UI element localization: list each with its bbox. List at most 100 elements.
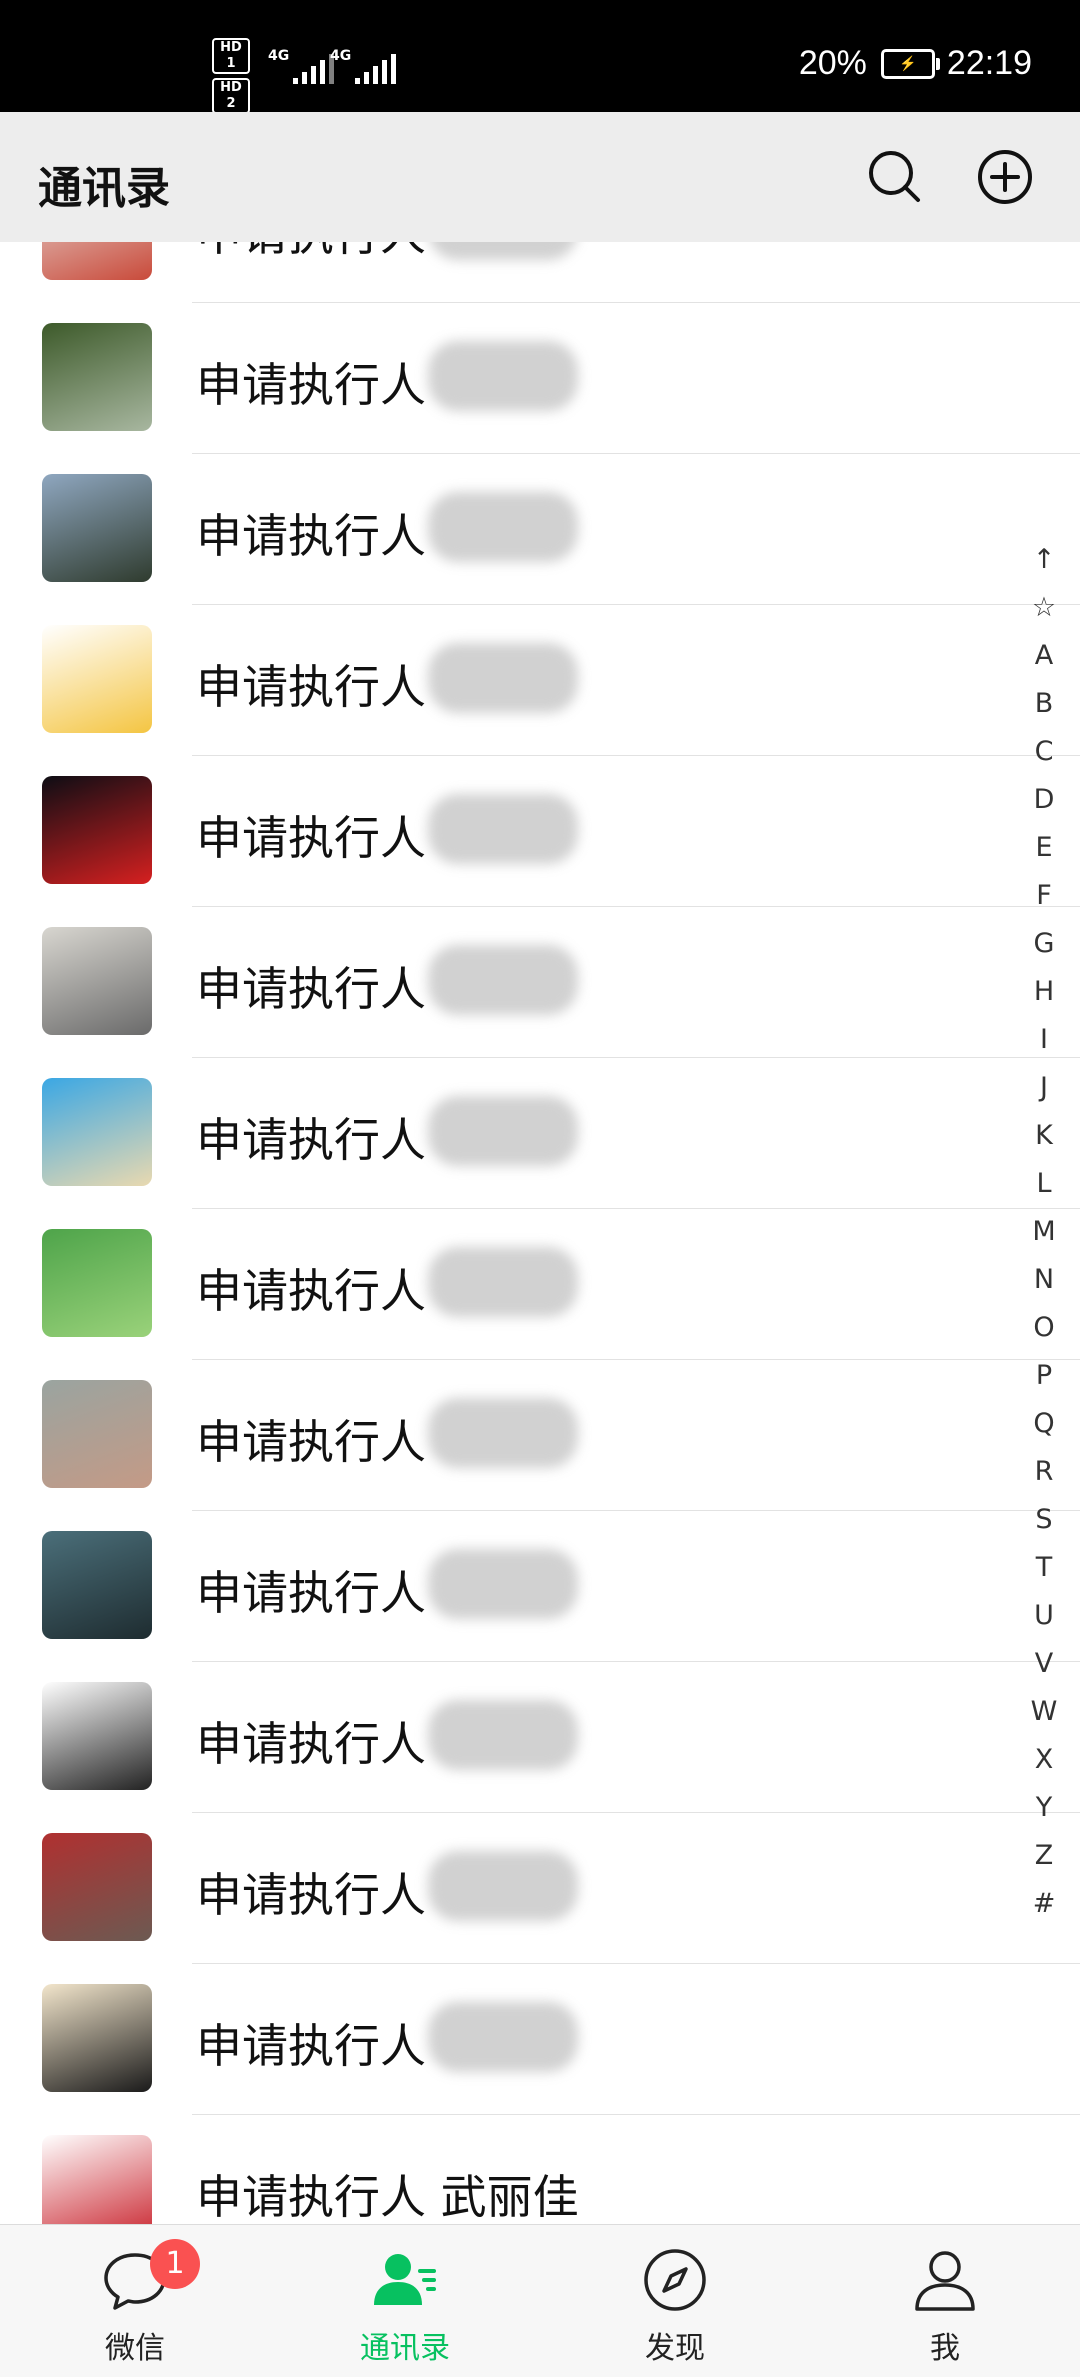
index-letter[interactable]: ☆	[1022, 584, 1066, 632]
contact-row[interactable]: 申请执行人	[0, 605, 1080, 756]
battery-charging-icon: ⚡	[880, 48, 940, 79]
index-letter[interactable]: P	[1022, 1352, 1066, 1400]
index-letter[interactable]: Y	[1022, 1784, 1066, 1832]
index-letter[interactable]: B	[1022, 680, 1066, 728]
status-bar: HD 1 HD 2 4G 4G 20% ⚡ 22:19	[0, 0, 1080, 114]
nav-tab-discover[interactable]: 发现	[540, 2225, 810, 2377]
contact-row[interactable]: 申请执行人	[0, 1964, 1080, 2115]
avatar	[42, 1078, 152, 1186]
contact-row[interactable]: 申请执行人	[0, 1209, 1080, 1360]
contact-row[interactable]: 申请执行人	[0, 907, 1080, 1058]
index-letter[interactable]: H	[1022, 968, 1066, 1016]
contact-row[interactable]: 申请执行人	[0, 1058, 1080, 1209]
avatar	[42, 1682, 152, 1790]
redacted-name-blur	[428, 2002, 578, 2072]
index-letter[interactable]: A	[1022, 632, 1066, 680]
contact-row[interactable]: 申请执行人	[0, 1511, 1080, 1662]
contact-name: 申请执行人	[196, 660, 426, 714]
hd-indicator: HD 1 HD 2	[212, 38, 256, 118]
nav-label-chats: 微信	[105, 2331, 165, 2366]
index-letter[interactable]: U	[1022, 1592, 1066, 1640]
contact-name: 申请执行人	[196, 1113, 426, 1167]
index-letter[interactable]: J	[1022, 1064, 1066, 1112]
nav-tab-contacts[interactable]: 通讯录	[270, 2225, 540, 2377]
avatar	[42, 1380, 152, 1488]
app-header: 通讯录	[0, 112, 1080, 242]
contacts-icon	[374, 2254, 436, 2305]
avatar	[42, 625, 152, 733]
page-title: 通讯录	[38, 163, 170, 214]
signal-icon: 4G	[268, 48, 338, 84]
contact-name: 申请执行人	[196, 242, 426, 264]
nav-label-discover: 发现	[645, 2331, 705, 2366]
index-letter[interactable]: Q	[1022, 1400, 1066, 1448]
index-letter[interactable]: F	[1022, 872, 1066, 920]
redacted-name-blur	[428, 242, 578, 260]
redacted-name-blur	[428, 794, 578, 864]
index-letter[interactable]: W	[1022, 1688, 1066, 1736]
contact-name: 申请执行人	[196, 358, 426, 412]
index-letter[interactable]: O	[1022, 1304, 1066, 1352]
search-icon[interactable]	[864, 146, 926, 208]
index-letter[interactable]: #	[1022, 1880, 1066, 1928]
contact-row[interactable]: 申请执行人 武丽佳	[0, 2115, 1080, 2224]
index-letter[interactable]: M	[1022, 1208, 1066, 1256]
hd2-label: HD 2	[212, 78, 250, 114]
contact-name: 申请执行人	[196, 509, 426, 563]
redacted-name-blur	[428, 643, 578, 713]
avatar	[42, 1531, 152, 1639]
index-letter[interactable]: ↑	[1022, 536, 1066, 584]
index-letter[interactable]: X	[1022, 1736, 1066, 1784]
network-label: 4G	[268, 48, 290, 64]
redacted-name-blur	[428, 1398, 578, 1468]
bottom-nav: 1 微信 通讯录 发现 我	[0, 2224, 1080, 2377]
contact-row[interactable]: 申请执行人	[0, 756, 1080, 907]
contact-row[interactable]: 申请执行人	[0, 1360, 1080, 1511]
contact-row[interactable]: 申请执行人	[0, 303, 1080, 454]
network-label-2: 4G	[330, 48, 352, 64]
contact-list[interactable]: 申请执行人 申请执行人 申请执行人 申请执行人 申请执行人 申请执行人 申请执行人 申请执行人…	[0, 242, 1080, 2224]
index-letter[interactable]: T	[1022, 1544, 1066, 1592]
alphabet-index[interactable]: ↑ ☆ A B C D E F G H I J K L M N O P Q R S T U V W X Y Z #	[1022, 536, 1066, 1928]
index-letter[interactable]: V	[1022, 1640, 1066, 1688]
contact-row[interactable]: 申请执行人	[0, 454, 1080, 605]
redacted-name-blur	[428, 1549, 578, 1619]
avatar	[42, 776, 152, 884]
avatar	[42, 323, 152, 431]
avatar	[42, 1984, 152, 2092]
index-letter[interactable]: S	[1022, 1496, 1066, 1544]
contact-row[interactable]: 申请执行人	[0, 1662, 1080, 1813]
index-letter[interactable]: I	[1022, 1016, 1066, 1064]
unread-badge: 1	[150, 2239, 200, 2289]
avatar	[42, 1833, 152, 1941]
redacted-name-blur	[428, 1851, 578, 1921]
redacted-name-blur	[428, 945, 578, 1015]
redacted-name-blur	[428, 1247, 578, 1317]
redacted-name-blur	[428, 1700, 578, 1770]
contact-name: 申请执行人	[196, 1415, 426, 1469]
index-letter[interactable]: E	[1022, 824, 1066, 872]
index-letter[interactable]: C	[1022, 728, 1066, 776]
contact-name: 申请执行人	[196, 2019, 426, 2073]
avatar	[42, 2135, 152, 2224]
nav-tab-chats[interactable]: 1 微信	[0, 2225, 270, 2377]
redacted-name-blur	[428, 341, 578, 411]
plus-circle-icon[interactable]	[974, 146, 1036, 208]
index-letter[interactable]: Z	[1022, 1832, 1066, 1880]
index-letter[interactable]: N	[1022, 1256, 1066, 1304]
redacted-name-blur	[428, 1096, 578, 1166]
redacted-name-blur	[428, 492, 578, 562]
contact-name: 申请执行人	[196, 962, 426, 1016]
nav-label-contacts: 通讯录	[360, 2331, 450, 2366]
contact-row[interactable]: 申请执行人	[0, 1813, 1080, 1964]
nav-tab-me[interactable]: 我	[810, 2225, 1080, 2377]
index-letter[interactable]: L	[1022, 1160, 1066, 1208]
index-letter[interactable]: K	[1022, 1112, 1066, 1160]
hd1-label: HD 1	[212, 38, 250, 74]
index-letter[interactable]: G	[1022, 920, 1066, 968]
index-letter[interactable]: R	[1022, 1448, 1066, 1496]
contact-row[interactable]: 申请执行人	[0, 242, 1080, 303]
index-letter[interactable]: D	[1022, 776, 1066, 824]
signal-icon-2: 4G	[330, 48, 400, 84]
contact-name: 申请执行人 武丽佳	[196, 2170, 579, 2224]
